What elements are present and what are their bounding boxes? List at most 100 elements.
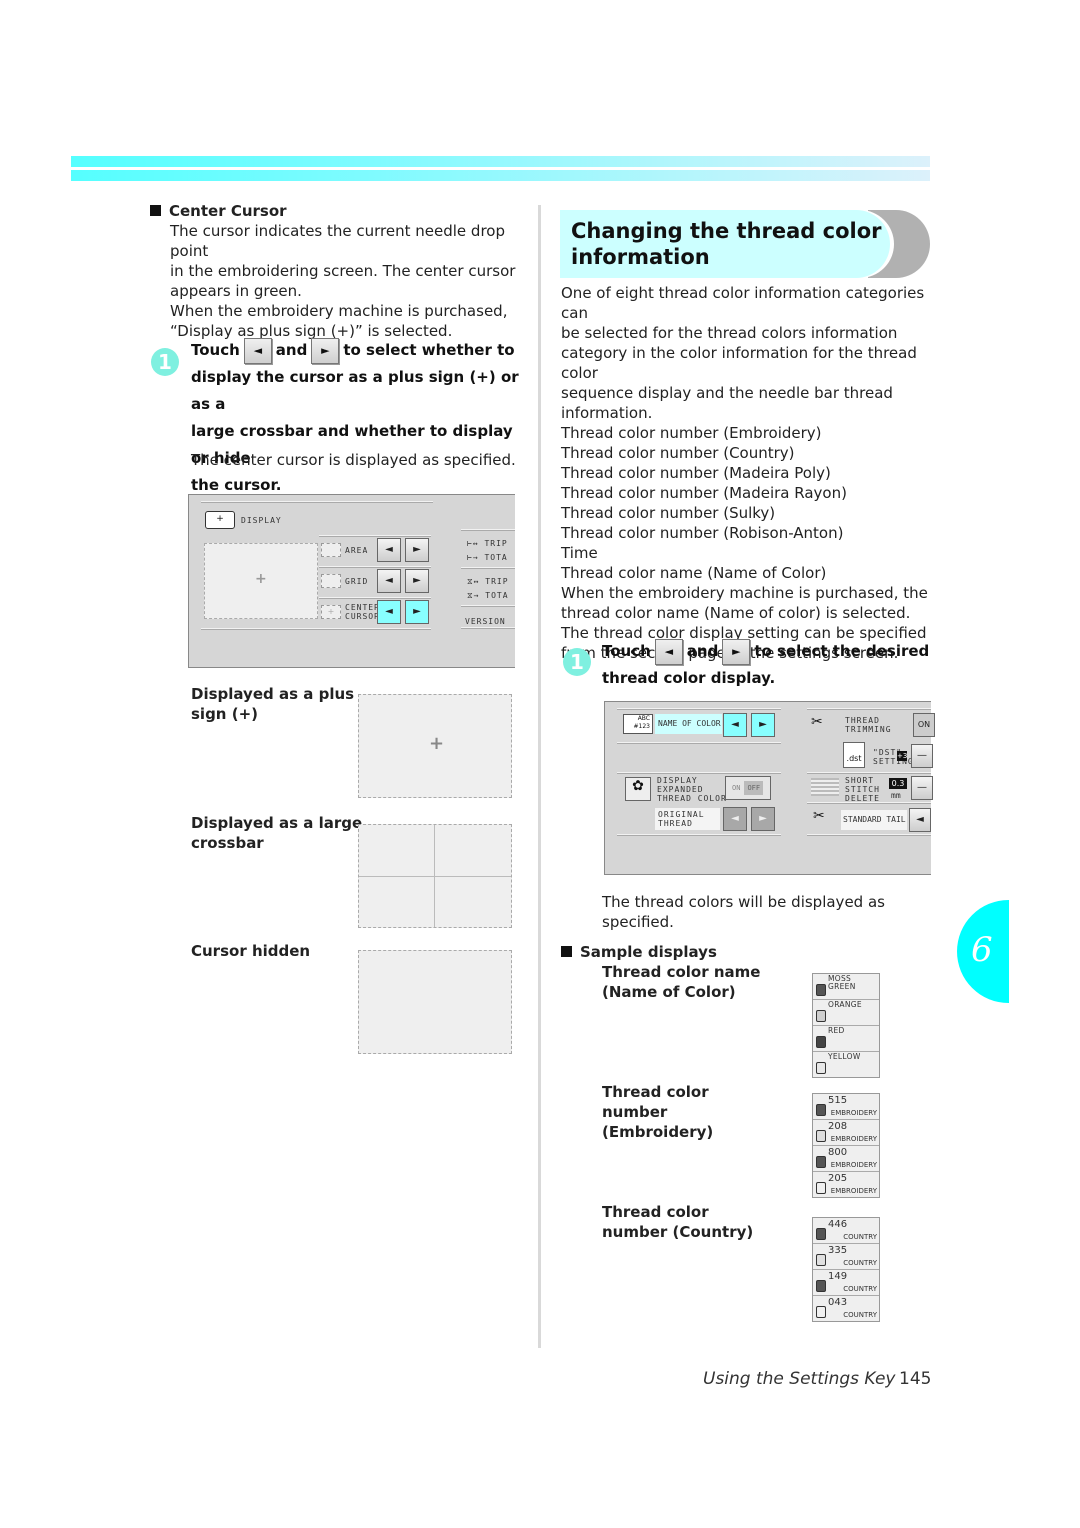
short-stitch-unit: mm [891, 791, 901, 800]
step-number-badge: 1 [151, 348, 179, 376]
intro-line: be selected for the thread colors inform… [561, 324, 898, 342]
color-name: YELLOW [828, 1052, 861, 1061]
grid-left-button[interactable]: ◄ [377, 569, 401, 593]
step-result: The thread colors will be displayed as sp… [602, 892, 885, 932]
label-line: sign (+) [191, 705, 258, 723]
touch-text: Touch [602, 642, 651, 660]
color-name: RED [828, 1026, 845, 1035]
version-label: VERSION [465, 617, 506, 626]
needle-total-counter: ⊢→ TOTA [467, 553, 508, 562]
center-cursor-left-button[interactable]: ◄ [377, 600, 401, 624]
color-number: 800 [828, 1147, 848, 1158]
sample-embroidery-list: 515 EMBROIDERY 208 EMBROIDERY 800 EMBROIDER… [812, 1093, 880, 1198]
step-instruction: Touch ◄ and ► to select whether to display t… [191, 337, 531, 499]
intro-line: One of eight thread color information ca… [561, 284, 925, 322]
label-line: number (Country) [602, 1223, 754, 1241]
thread-trimming-scissors-icon: ✂ [811, 714, 823, 730]
step-line: thread color display. [602, 669, 776, 687]
center-cursor-description: The cursor indicates the current needle … [170, 221, 530, 341]
step-number-badge: 1 [563, 648, 591, 676]
thread-info-left-button[interactable]: ◄ [723, 713, 747, 737]
center-cursor-right-button[interactable]: ► [405, 600, 429, 624]
heading-line: information [571, 245, 710, 269]
intro-line: category in the color information for th… [561, 344, 917, 382]
category-item: Thread color number (Country) [561, 444, 795, 462]
label-line: (Embroidery) [602, 1123, 714, 1141]
plus-cursor-icon: + [255, 571, 267, 587]
dst-setting-label: "DST" SETTING [873, 748, 914, 766]
sample-country-list: 446 COUNTRY 335 COUNTRY 149 COUNTRY 043 COUN… [812, 1217, 880, 1322]
color-number: 208 [828, 1121, 848, 1132]
chapter-tab: 6 [957, 900, 1009, 1003]
thread-trimming-toggle[interactable]: ON [913, 713, 935, 737]
list-item: YELLOW [813, 1052, 879, 1077]
short-stitch-minus-button[interactable]: — [911, 776, 933, 800]
sample-displays-title: Sample displays [561, 942, 717, 962]
header-band-top [71, 156, 930, 167]
label-line: Displayed as a plus [191, 685, 355, 703]
standard-tail-value: STANDARD TAIL [841, 810, 907, 830]
list-item: 335 COUNTRY [813, 1244, 879, 1270]
bullet-square-icon [150, 205, 161, 216]
left-arrow-key-icon: ◄ [243, 337, 272, 364]
color-number: 515 [828, 1095, 848, 1106]
short-stitch-label: SHORT STITCH DELETE [845, 776, 880, 803]
dst-minus-button[interactable]: — [911, 744, 933, 768]
list-item: 149 COUNTRY [813, 1270, 879, 1296]
brand-label: EMBROIDERY [830, 1109, 877, 1117]
off-option[interactable]: OFF [744, 781, 764, 795]
example-plus-screen: + [358, 694, 512, 798]
result-line: specified. [602, 913, 674, 931]
example-label-crossbar: Displayed as a large crossbar [191, 813, 362, 853]
category-item: Thread color name (Name of Color) [561, 564, 827, 582]
spool-icon [816, 1062, 826, 1074]
category-item: Thread color number (Sulky) [561, 504, 776, 522]
thread-trimming-label: THREAD TRIMMING [845, 716, 892, 734]
after-line: thread color name (Name of color) is sel… [561, 604, 911, 622]
original-thread-left-button[interactable]: ◄ [723, 807, 747, 831]
spool-icon [816, 1156, 826, 1168]
thread-info-right-button[interactable]: ► [751, 713, 775, 737]
description-line: When the embroidery machine is purchased… [170, 302, 508, 320]
label-line: Thread color name [602, 963, 761, 981]
spool-icon [816, 1104, 826, 1116]
area-icon [321, 543, 341, 557]
left-arrow-key-icon: ◄ [654, 638, 683, 665]
color-number: 149 [828, 1271, 848, 1282]
on-option[interactable]: ON [726, 784, 740, 792]
section-title-text: Center Cursor [169, 202, 287, 220]
brand-label: COUNTRY [843, 1233, 877, 1241]
total-label: TOTA [485, 591, 509, 600]
and-text: and [275, 341, 308, 359]
spool-icon [816, 1254, 826, 1266]
sample-label-country: Thread color number (Country) [602, 1202, 753, 1242]
color-number: 205 [828, 1173, 848, 1184]
color-number: 335 [828, 1245, 848, 1256]
area-right-button[interactable]: ► [405, 538, 429, 562]
color-name: ORANGE [828, 1000, 862, 1009]
brand-label: COUNTRY [843, 1259, 877, 1267]
thread-settings-screen: ABC #123 NAME OF COLOR ◄ ► ✿ DISPLAY EXPA… [604, 701, 935, 875]
header-band-bottom [71, 170, 930, 181]
and-text: and [686, 642, 719, 660]
label-line: Thread color [602, 1083, 709, 1101]
area-left-button[interactable]: ◄ [377, 538, 401, 562]
spool-icon [816, 1130, 826, 1142]
trip-label: TRIP [484, 539, 508, 548]
expanded-on-off-toggle[interactable]: ON OFF [725, 776, 771, 800]
time-total-counter: ⧖→ TOTA [467, 591, 509, 600]
category-item: Thread color number (Robison-Anton) [561, 524, 844, 542]
category-item: Time [561, 544, 598, 562]
center-cursor-icon: + [321, 605, 341, 619]
step-after-text: to select whether to [343, 341, 515, 359]
standard-tail-left-button[interactable]: ◄ [909, 808, 931, 832]
example-label-hidden: Cursor hidden [191, 942, 311, 960]
label-line: THREAD COLOR [657, 794, 727, 803]
grid-icon [321, 574, 341, 588]
original-thread-right-button[interactable]: ► [751, 807, 775, 831]
label-line: TRIMMING [845, 725, 892, 734]
plus-cursor-icon: + [429, 733, 445, 754]
bullet-square-icon [561, 946, 572, 957]
grid-right-button[interactable]: ► [405, 569, 429, 593]
step-instruction: Touch ◄ and ► to select the desired thread c… [602, 638, 932, 692]
